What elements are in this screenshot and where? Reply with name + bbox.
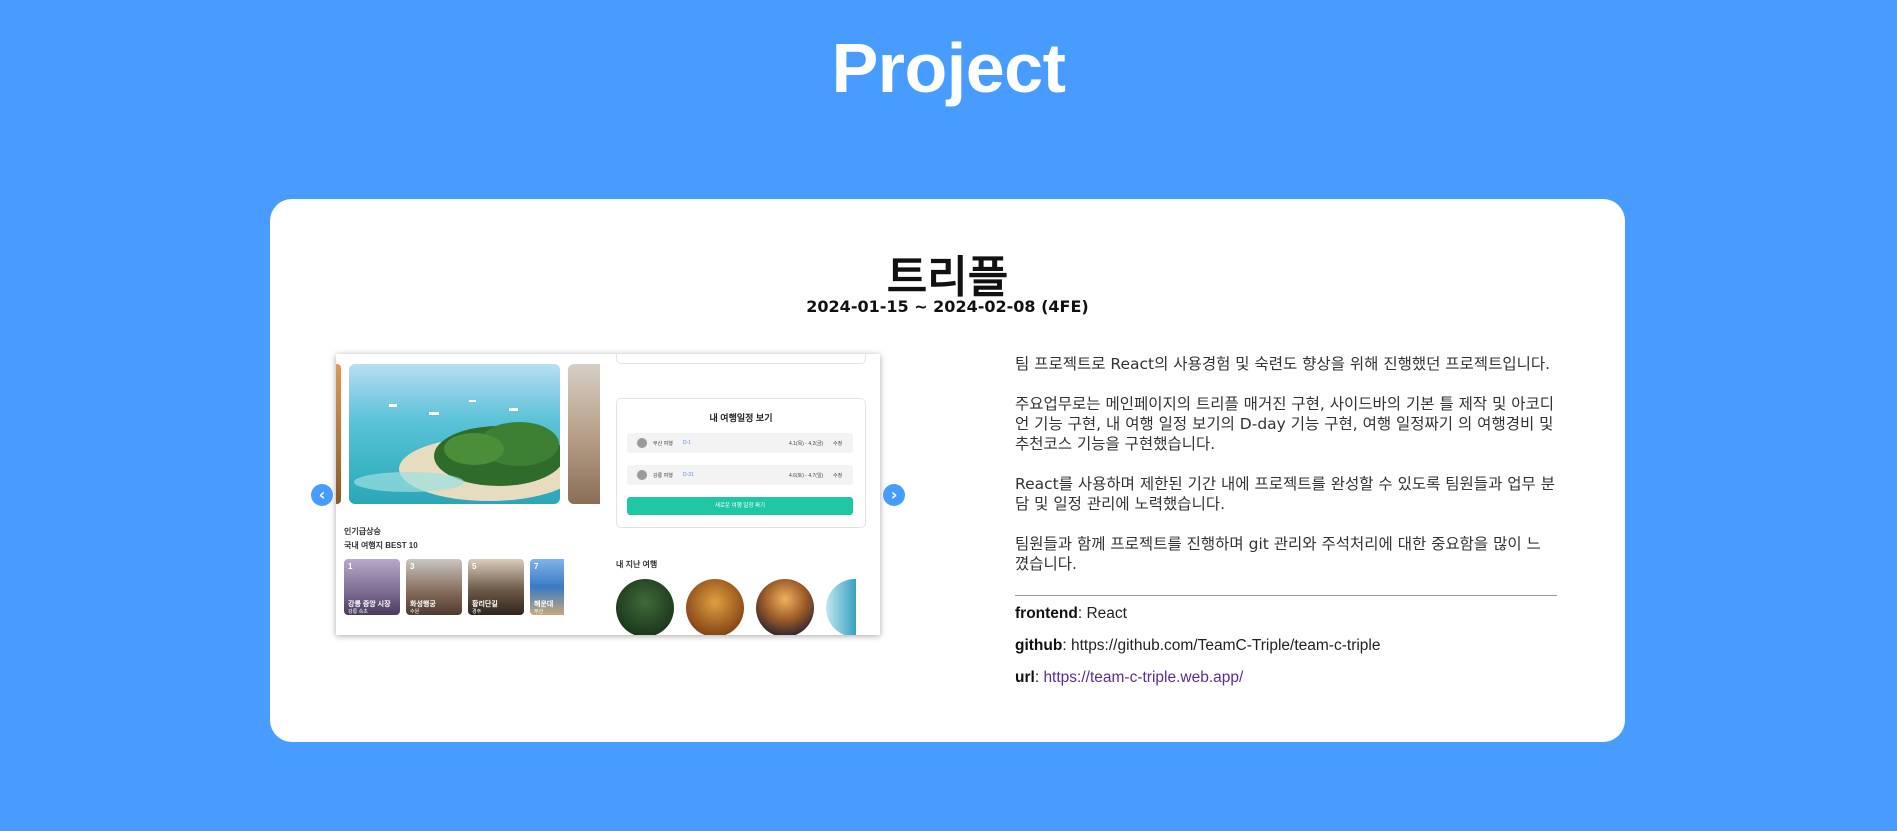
schedule-row-label: 부산 여행 xyxy=(653,441,673,447)
project-screenshot-carousel[interactable]: 내 여행일정 보기 부산 여행 D-1 4.1(목) - 4.2(금) 수정 강… xyxy=(336,354,880,635)
github-value: : https://github.com/TeamC-Triple/team-c… xyxy=(1062,637,1381,654)
schedule-row-dates: 4.1(목) - 4.2(금) xyxy=(789,441,824,447)
destination-thumb[interactable]: 7 해운대 부산 xyxy=(530,559,564,615)
description-paragraph: 주요업무로는 메인페이지의 트리플 매거진 구현, 사이드바의 기본 틀 제작 … xyxy=(1015,395,1555,453)
description-paragraph: 팀 프로젝트로 React의 사용경험 및 숙련도 향상을 위해 진행했던 프로… xyxy=(1015,355,1551,373)
beach-island-image xyxy=(349,364,560,504)
destination-thumb[interactable]: 3 화성행궁 수원 xyxy=(406,559,462,615)
url-label: url xyxy=(1015,669,1035,686)
frontend-label: frontend xyxy=(1015,605,1078,622)
project-period: 2024-01-15 ~ 2024-02-08 (4FE) xyxy=(806,297,1089,316)
past-trip-photo[interactable] xyxy=(616,579,674,635)
past-trip-photo[interactable] xyxy=(826,579,856,635)
popular-subtitle: 인기급상승 xyxy=(344,527,381,536)
schedule-row-dates: 4.6(토) - 4.7(일) xyxy=(789,473,824,479)
my-schedule-card: 내 여행일정 보기 부산 여행 D-1 4.1(목) - 4.2(금) 수정 강… xyxy=(616,398,866,528)
new-trip-button[interactable]: 새로운 여행 일정 짜기 xyxy=(627,497,853,515)
partial-image-left xyxy=(336,364,341,504)
project-card: 트리플 2024-01-15 ~ 2024-02-08 (4FE) 내 여행일정… xyxy=(270,199,1625,742)
carousel-prev-button[interactable]: ‹ xyxy=(311,484,333,506)
past-trips-title: 내 지난 여행 xyxy=(616,560,658,569)
divider xyxy=(1015,595,1557,596)
thumb-city: 강릉 속초 xyxy=(348,609,368,615)
thumb-city: 경주 xyxy=(472,609,482,615)
destination-thumb[interactable]: 1 강릉 중앙 시장 강릉 속초 xyxy=(344,559,400,615)
project-name: 트리플 xyxy=(886,252,1009,303)
schedule-row-dday: D-1 xyxy=(683,440,692,446)
chevron-right-icon: › xyxy=(890,485,898,504)
my-schedule-title: 내 여행일정 보기 xyxy=(709,413,773,423)
island-illustration xyxy=(354,400,560,501)
thumb-number: 5 xyxy=(472,562,477,571)
schedule-row[interactable]: 강릉 여행 D-31 4.6(토) - 4.7(일) 수정 xyxy=(627,465,853,485)
url-info: url: https://team-c-triple.web.app/ xyxy=(1015,669,1243,687)
avatar xyxy=(637,470,647,480)
thumb-number: 7 xyxy=(534,562,539,571)
project-description: 팀 프로젝트로 React의 사용경험 및 숙련도 향상을 위해 진행했던 프로… xyxy=(1015,354,1555,574)
schedule-row-edit[interactable]: 수정 xyxy=(833,440,842,447)
thumb-city: 부산 xyxy=(534,609,544,615)
page-title: Project xyxy=(831,29,1066,107)
schedule-row-edit[interactable]: 수정 xyxy=(833,472,842,479)
schedule-row-label: 강릉 여행 xyxy=(653,473,673,479)
github-info: github: https://github.com/TeamC-Triple/… xyxy=(1015,637,1380,655)
city-image-partial xyxy=(568,364,600,504)
frontend-value: : React xyxy=(1077,605,1127,622)
github-label: github xyxy=(1015,637,1063,654)
thumb-number: 1 xyxy=(348,562,353,571)
description-paragraph: React를 사용하며 제한된 기간 내에 프로젝트를 완성할 수 있도록 팀원… xyxy=(1015,475,1555,513)
thumb-city: 수원 xyxy=(410,609,420,615)
popular-title: 국내 여행지 BEST 10 xyxy=(344,541,418,550)
past-trip-photo[interactable] xyxy=(756,579,814,635)
thumb-number: 3 xyxy=(410,562,415,571)
schedule-row-dday: D-31 xyxy=(683,472,694,478)
schedule-card-top xyxy=(616,354,866,364)
destination-thumb[interactable]: 5 황리단길 경주 xyxy=(468,559,524,615)
carousel-next-button[interactable]: › xyxy=(883,484,905,506)
schedule-row[interactable]: 부산 여행 D-1 4.1(목) - 4.2(금) 수정 xyxy=(627,433,853,453)
avatar xyxy=(637,438,647,448)
chevron-left-icon: ‹ xyxy=(318,485,326,504)
frontend-info: frontend: React xyxy=(1015,605,1127,623)
project-url-link[interactable]: https://team-c-triple.web.app/ xyxy=(1043,669,1243,686)
description-paragraph: 팀원들과 함께 프로젝트를 진행하며 git 관리와 주석처리에 대한 중요함을… xyxy=(1015,535,1541,573)
past-trip-photo[interactable] xyxy=(686,579,744,635)
